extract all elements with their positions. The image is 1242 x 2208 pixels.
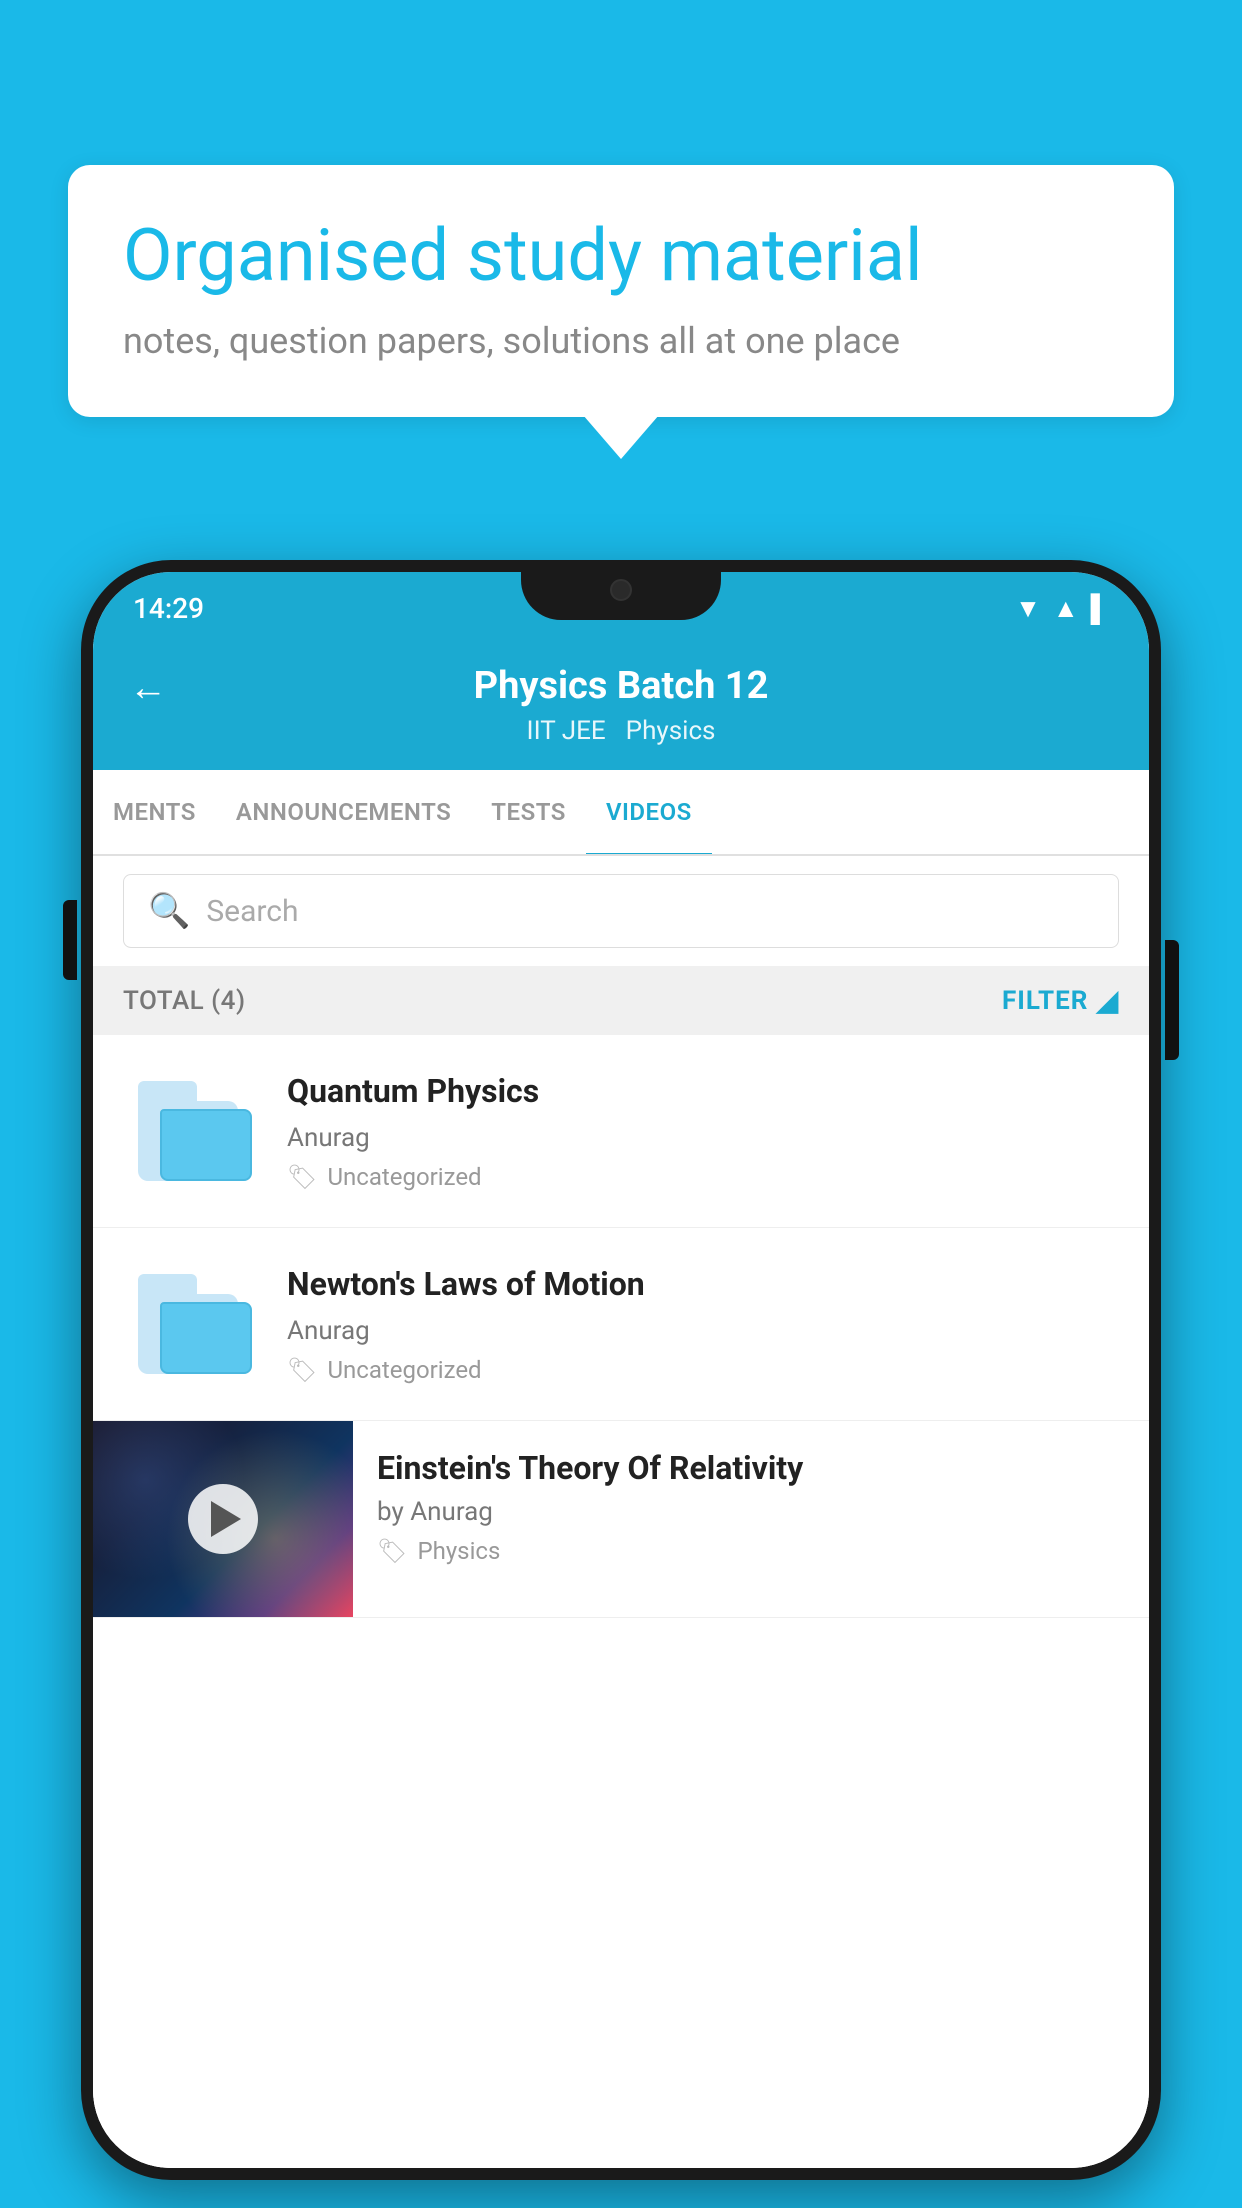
- folder-front-2: [160, 1302, 252, 1374]
- folder-icon-1: [138, 1081, 248, 1181]
- phone-frame: 14:29 ▼ ▲ ▌ ← Physics Batch 12 IIT JEE P…: [81, 560, 1161, 2180]
- phone-screen: 14:29 ▼ ▲ ▌ ← Physics Batch 12 IIT JEE P…: [93, 572, 1149, 2168]
- app-header: ← Physics Batch 12 IIT JEE Physics: [93, 644, 1149, 770]
- header-subtitle-physics: Physics: [626, 716, 716, 746]
- filter-row: TOTAL (4) FILTER ◢: [93, 966, 1149, 1035]
- status-time: 14:29: [133, 592, 204, 625]
- video-info-2: Newton's Laws of Motion Anurag 🏷 Uncateg…: [287, 1264, 1119, 1384]
- video-author-2: Anurag: [287, 1316, 1119, 1346]
- tab-tests[interactable]: TESTS: [471, 770, 586, 854]
- battery-icon: ▌: [1091, 593, 1109, 624]
- video-item-2[interactable]: Newton's Laws of Motion Anurag 🏷 Uncateg…: [93, 1228, 1149, 1421]
- header-title: Physics Batch 12: [474, 664, 769, 708]
- search-placeholder-text: Search: [206, 894, 298, 929]
- search-icon: 🔍: [148, 891, 190, 931]
- header-subtitle: IIT JEE Physics: [527, 716, 716, 746]
- play-triangle-icon: [211, 1501, 241, 1537]
- phone-mockup: 14:29 ▼ ▲ ▌ ← Physics Batch 12 IIT JEE P…: [81, 560, 1161, 2180]
- video-title-3: Einstein's Theory Of Relativity: [377, 1449, 1125, 1487]
- speech-bubble: Organised study material notes, question…: [68, 165, 1174, 417]
- folder-front-1: [160, 1109, 252, 1181]
- video-info-1: Quantum Physics Anurag 🏷 Uncategorized: [287, 1071, 1119, 1191]
- video-author-3: by Anurag: [377, 1497, 1125, 1527]
- video-item-3[interactable]: Einstein's Theory Of Relativity by Anura…: [93, 1421, 1149, 1618]
- folder-icon-2: [138, 1274, 248, 1374]
- video-tag-3: 🏷 Physics: [377, 1537, 1125, 1565]
- tab-ments[interactable]: MENTS: [93, 770, 216, 854]
- filter-button[interactable]: FILTER ◢: [1002, 984, 1119, 1017]
- screen-content: ← Physics Batch 12 IIT JEE Physics MENTS…: [93, 644, 1149, 2168]
- video-thumb-1: [123, 1071, 263, 1191]
- signal-icon: ▲: [1053, 593, 1079, 624]
- tag-icon-2: 🏷: [287, 1356, 317, 1384]
- video-author-1: Anurag: [287, 1123, 1119, 1153]
- header-subtitle-iit: IIT JEE: [527, 716, 606, 746]
- filter-funnel-icon: ◢: [1096, 984, 1119, 1017]
- video-list: Quantum Physics Anurag 🏷 Uncategorized: [93, 1035, 1149, 2168]
- video-title-2: Newton's Laws of Motion: [287, 1264, 1119, 1306]
- search-bar: 🔍 Search: [93, 856, 1149, 966]
- status-icons: ▼ ▲ ▌: [1015, 593, 1109, 624]
- back-button[interactable]: ←: [129, 666, 167, 710]
- bubble-subtitle: notes, question papers, solutions all at…: [123, 320, 1119, 362]
- tabs-container: MENTS ANNOUNCEMENTS TESTS VIDEOS: [93, 770, 1149, 856]
- speech-bubble-container: Organised study material notes, question…: [68, 165, 1174, 417]
- video-item-1[interactable]: Quantum Physics Anurag 🏷 Uncategorized: [93, 1035, 1149, 1228]
- tag-icon-3: 🏷: [377, 1537, 407, 1565]
- tag-icon-1: 🏷: [287, 1163, 317, 1191]
- wifi-icon: ▼: [1015, 593, 1041, 624]
- tab-videos[interactable]: VIDEOS: [586, 770, 712, 854]
- video-thumb-2: [123, 1264, 263, 1384]
- phone-notch: [521, 560, 721, 620]
- search-input-wrap[interactable]: 🔍 Search: [123, 874, 1119, 948]
- video-title-1: Quantum Physics: [287, 1071, 1119, 1113]
- total-label: TOTAL (4): [123, 986, 246, 1016]
- play-button-3[interactable]: [188, 1484, 258, 1554]
- video-tag-1: 🏷 Uncategorized: [287, 1163, 1119, 1191]
- folder-tab-front-2: [152, 1274, 197, 1298]
- camera-notch: [610, 579, 632, 601]
- video-thumbnail-3: [93, 1421, 353, 1617]
- video-info-3: Einstein's Theory Of Relativity by Anura…: [353, 1421, 1149, 1593]
- folder-tab-front-1: [152, 1081, 197, 1105]
- tab-announcements[interactable]: ANNOUNCEMENTS: [216, 770, 471, 854]
- video-tag-2: 🏷 Uncategorized: [287, 1356, 1119, 1384]
- bubble-title: Organised study material: [123, 215, 1119, 298]
